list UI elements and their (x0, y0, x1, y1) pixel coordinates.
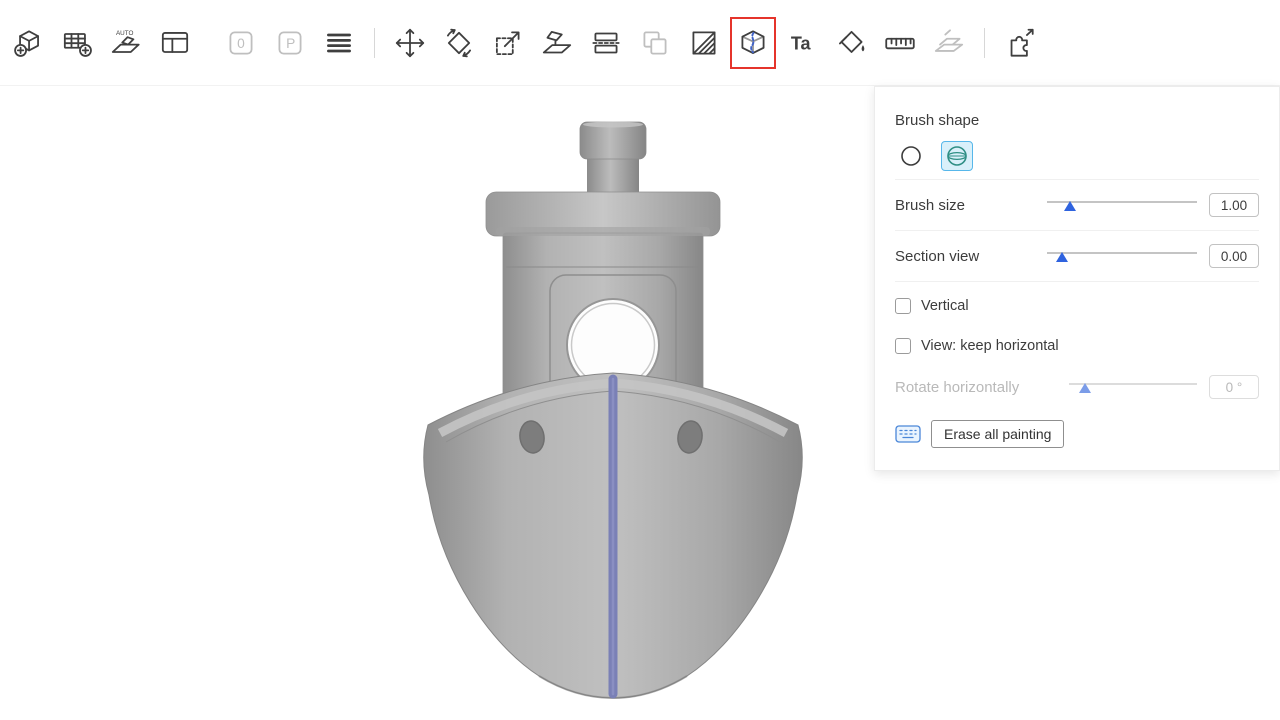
brush-size-slider[interactable] (1047, 198, 1197, 213)
tool-split-view[interactable] (155, 20, 195, 66)
add-plate-icon (59, 25, 95, 61)
tool-plate-p[interactable]: P (270, 20, 310, 66)
place-on-face-icon (539, 25, 575, 61)
vertical-row: Vertical (895, 286, 1259, 326)
brush-size-label: Brush size (895, 197, 1047, 214)
brush-shape-circle-option[interactable] (895, 141, 927, 171)
rotate-horizontally-slider[interactable] (1069, 380, 1197, 395)
vertical-checkbox[interactable] (895, 298, 911, 314)
assembly-icon (931, 25, 967, 61)
brush-size-value[interactable] (1209, 193, 1259, 217)
plate-p-label: P (286, 35, 295, 50)
benchy-roof-lip (496, 227, 710, 236)
plate-zero-label: 0 (237, 35, 245, 50)
keyboard-shortcuts-button[interactable] (895, 425, 921, 443)
brush-size-row: Brush size (895, 184, 1259, 226)
vertical-label: Vertical (921, 298, 969, 314)
tool-add-plate[interactable] (57, 20, 97, 66)
plate-p-icon: P (272, 25, 308, 61)
tool-scale[interactable] (488, 20, 528, 66)
brush-shape-options (895, 137, 1259, 175)
add-object-icon (10, 25, 46, 61)
tool-seam-painting[interactable] (733, 20, 773, 66)
variable-layer-height-icon (686, 25, 722, 61)
keep-horizontal-label: View: keep horizontal (921, 338, 1059, 354)
benchy-model (398, 95, 838, 710)
tool-clone[interactable] (635, 20, 675, 66)
tool-color-painting[interactable] (831, 20, 871, 66)
rotate-horizontally-label: Rotate horizontally (895, 379, 1069, 396)
section-view-thumb[interactable] (1056, 252, 1068, 262)
tool-rotate[interactable] (439, 20, 479, 66)
section-view-value[interactable] (1209, 244, 1259, 268)
clone-icon (637, 25, 673, 61)
toolbar-separator (984, 28, 985, 58)
toolbar: AUTO 0 P (0, 0, 1280, 86)
section-view-label: Section view (895, 248, 1047, 265)
benchy-chimney-collar (580, 122, 646, 159)
auto-orient-icon: AUTO (108, 25, 144, 61)
tool-auto-orient[interactable]: AUTO (106, 20, 146, 66)
scale-icon (490, 25, 526, 61)
tool-place-on-face[interactable] (537, 20, 577, 66)
erase-row: Erase all painting (895, 420, 1259, 448)
toolbar-separator (374, 28, 375, 58)
text-icon: Ta (784, 25, 820, 61)
brush-size-thumb[interactable] (1064, 201, 1076, 211)
benchy-chimney-top (583, 122, 643, 128)
keep-horizontal-row: View: keep horizontal (895, 326, 1259, 366)
section-view-slider[interactable] (1047, 249, 1197, 264)
rotate-icon (441, 25, 477, 61)
panel-divider (895, 281, 1259, 282)
tool-variable-layer-height[interactable] (684, 20, 724, 66)
tool-cut[interactable] (586, 20, 626, 66)
tool-text[interactable]: Ta (782, 20, 822, 66)
tool-assembly[interactable] (929, 20, 969, 66)
tool-move[interactable] (390, 20, 430, 66)
split-to-objects-icon (1002, 25, 1038, 61)
tool-add-object[interactable] (8, 20, 48, 66)
rotate-horizontally-value[interactable] (1209, 375, 1259, 399)
color-painting-icon (833, 25, 869, 61)
tool-plate-zero[interactable]: 0 (221, 20, 261, 66)
text-tool-label: Ta (791, 33, 812, 53)
cut-icon (588, 25, 624, 61)
plate-zero-icon: 0 (223, 25, 259, 61)
tool-measure[interactable] (880, 20, 920, 66)
measure-icon (882, 25, 918, 61)
split-view-icon (157, 25, 193, 61)
layers-icon (321, 25, 357, 61)
section-view-track[interactable] (1047, 252, 1197, 254)
panel-divider (895, 230, 1259, 231)
panel-divider (895, 179, 1259, 180)
move-icon (392, 25, 428, 61)
seam-painting-icon (735, 25, 771, 61)
brush-shape-label: Brush shape (895, 112, 1259, 129)
sphere-brush-icon (945, 144, 969, 168)
auto-label: AUTO (116, 30, 134, 37)
keep-horizontal-checkbox[interactable] (895, 338, 911, 354)
brush-shape-row: Brush shape (895, 103, 1259, 137)
rotate-horizontally-row: Rotate horizontally (895, 366, 1259, 408)
brush-shape-sphere-option[interactable] (941, 141, 973, 171)
seam-painting-panel: Brush shape Brush size Section view (874, 86, 1280, 471)
circle-brush-icon (899, 144, 923, 168)
keyboard-icon (895, 425, 921, 443)
tool-layers[interactable] (319, 20, 359, 66)
tool-split-to-objects[interactable] (1000, 20, 1040, 66)
erase-all-painting-button[interactable]: Erase all painting (931, 420, 1064, 448)
rotate-horizontally-thumb[interactable] (1079, 383, 1091, 393)
section-view-row: Section view (895, 235, 1259, 277)
